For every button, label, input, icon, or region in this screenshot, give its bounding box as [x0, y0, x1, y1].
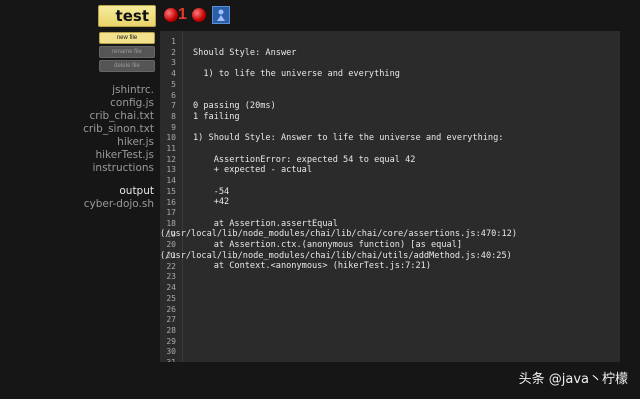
line-number: 18 — [166, 218, 176, 228]
line-number: 1 — [171, 37, 176, 46]
output-line: at Assertion.assertEqual — [193, 218, 338, 229]
line-number: 8 — [171, 111, 176, 121]
output-line: -54 — [193, 186, 230, 197]
line-number: 24 — [166, 283, 176, 293]
line-number: 17 — [166, 208, 176, 218]
file-list: jshintrc. config.js crib_chai.txt crib_s… — [83, 84, 154, 211]
file-item[interactable]: jshintrc. — [83, 84, 154, 97]
output-line: at Context.<anonymous> (hikerTest.js:7:2… — [193, 261, 431, 272]
line-number: 11 — [166, 144, 176, 153]
output-line: 1) Should Style: Answer to life the univ… — [193, 133, 504, 144]
file-item-output[interactable]: output — [83, 185, 154, 198]
output-line: AssertionError: expected 54 to equal 42 — [193, 154, 416, 165]
line-number-gutter: 1 2 3 4 5 6 7 8 9 10 11 12 13 14 15 16 17 18 19 20 21 22 23 24 2… — [160, 31, 183, 362]
test-button[interactable]: test — [98, 5, 156, 27]
line-number: 27 — [166, 315, 176, 325]
delete-file-button[interactable]: delete file — [99, 60, 155, 72]
output-line: +42 — [193, 197, 230, 208]
line-number: 10 — [166, 133, 176, 143]
output-line: Should Style: Answer — [193, 47, 297, 58]
line-number: 7 — [171, 101, 176, 111]
rename-file-button[interactable]: rename file — [99, 46, 155, 58]
line-number: 23 — [166, 272, 176, 282]
line-number: 4 — [171, 69, 176, 79]
line-number: 5 — [171, 79, 176, 89]
line-number: 25 — [166, 293, 176, 303]
file-item[interactable]: crib_chai.txt — [83, 110, 155, 123]
line-number: 3 — [171, 58, 176, 68]
line-number: 14 — [166, 176, 176, 186]
output-text: Should Style: Answer 1) to life the univ… — [160, 37, 517, 362]
avatar-figure-icon — [217, 9, 225, 21]
line-number: 26 — [166, 304, 176, 314]
line-number: 20 — [166, 240, 176, 250]
new-file-button[interactable]: new file — [99, 32, 155, 44]
line-number: 29 — [166, 336, 176, 346]
output-line: at Assertion.ctx.(anonymous function) [a… — [193, 240, 463, 251]
traffic-light-red-icon[interactable] — [192, 8, 206, 22]
line-number: 9 — [171, 122, 176, 132]
line-number: 2 — [171, 47, 176, 57]
line-number: 6 — [171, 90, 176, 100]
watermark: 头条 @java丶柠檬 — [518, 372, 628, 387]
file-item-cyber-dojo[interactable]: cyber-dojo.sh — [83, 198, 154, 211]
line-number: 22 — [166, 261, 176, 271]
line-number: 15 — [166, 186, 176, 196]
file-item[interactable]: instructions — [83, 162, 155, 175]
output-line: 1 failing — [193, 111, 240, 122]
file-item[interactable]: crib_sinon.txt — [83, 123, 154, 136]
file-item[interactable]: hiker.js — [83, 136, 154, 149]
avatar-icon[interactable] — [212, 6, 230, 24]
file-item[interactable]: hikerTest.js — [83, 149, 154, 162]
line-number: 31 — [160, 358, 176, 362]
output-editor[interactable]: 1 2 3 4 5 6 7 8 9 10 11 12 13 14 15 16 17 18 19 20 21 22 23 24 2… — [160, 31, 620, 362]
traffic-light-red-icon[interactable] — [164, 8, 178, 22]
line-number: 28 — [166, 325, 176, 335]
traffic-light-count: 1 — [178, 6, 187, 23]
file-item[interactable]: config.js — [83, 97, 154, 110]
line-number: 13 — [166, 165, 176, 175]
line-number: 12 — [166, 154, 176, 164]
output-line: (/usr/local/lib/node_modules/chai/lib/ch… — [160, 250, 512, 261]
output-line: 0 passing (20ms) — [193, 101, 276, 112]
line-number: 30 — [166, 347, 176, 357]
line-number: 16 — [166, 197, 176, 207]
output-line: (/usr/local/lib/node_modules/chai/lib/ch… — [160, 229, 517, 240]
output-line: + expected - actual — [193, 165, 312, 176]
output-line: 1) to life the universe and everything — [193, 69, 400, 80]
